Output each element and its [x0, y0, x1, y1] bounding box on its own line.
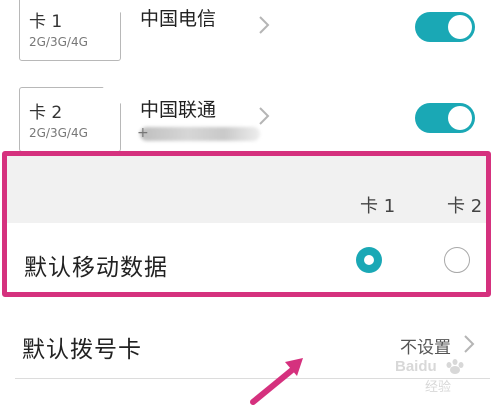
column-header-bar: 卡 1 卡 2 [7, 156, 486, 223]
sim-network-label: 2G/3G/4G [29, 35, 88, 49]
sim-card-icon: 卡 1 2G/3G/4G [19, 0, 121, 61]
default-dial-label: 默认拨号卡 [22, 337, 142, 363]
default-data-radio-sim-1[interactable] [356, 247, 382, 273]
svg-text:经验: 经验 [425, 379, 451, 395]
phone-prefix: + [137, 125, 149, 141]
column-sim-2: 卡 2 [447, 196, 483, 217]
sim-slot-label: 卡 1 [29, 12, 63, 32]
column-sim-1: 卡 1 [360, 196, 396, 217]
carrier-name: 中国联通 [140, 99, 217, 121]
sim-row-2[interactable]: 卡 2 2G/3G/4G 中国联通 + [0, 77, 501, 152]
toggle-knob [448, 106, 472, 130]
chevron-right-icon[interactable] [257, 105, 271, 127]
svg-text:Baidu: Baidu [395, 358, 437, 375]
annotation-arrow-icon [250, 358, 303, 405]
blurred-phone-number [140, 127, 260, 141]
toggle-knob [448, 15, 472, 39]
highlight-box: 卡 1 卡 2 默认移动数据 [2, 151, 491, 297]
default-mobile-data-label: 默认移动数据 [24, 255, 168, 281]
sim-network-label: 2G/3G/4G [29, 126, 88, 140]
carrier-name: 中国电信 [140, 8, 217, 30]
radio-dot [364, 255, 374, 265]
sim-row-1[interactable]: 卡 1 2G/3G/4G 中国电信 [0, 0, 501, 61]
sim-slot-label: 卡 2 [29, 103, 63, 123]
sim-2-toggle[interactable] [415, 103, 475, 133]
sim-card-icon: 卡 2 2G/3G/4G [19, 87, 121, 152]
default-data-radio-sim-2[interactable] [444, 247, 470, 273]
sim-1-toggle[interactable] [415, 12, 475, 42]
baidu-watermark-logo: Baidu 经验 [395, 358, 464, 395]
chevron-right-icon[interactable] [257, 14, 271, 36]
chevron-right-icon[interactable] [463, 334, 475, 354]
